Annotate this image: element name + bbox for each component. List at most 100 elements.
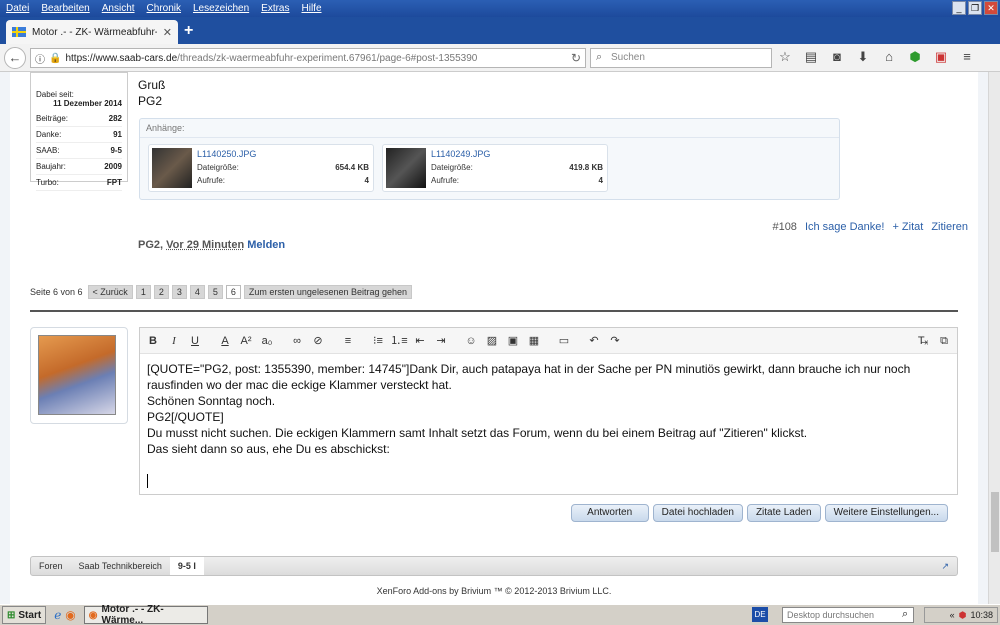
- pocket-icon[interactable]: ◙: [828, 48, 846, 66]
- menu-lesezeichen[interactable]: Lesezeichen: [187, 3, 255, 14]
- page-button[interactable]: 2: [153, 285, 169, 299]
- redo-icon[interactable]: ↷: [606, 332, 624, 350]
- smiley-icon[interactable]: ☺: [462, 332, 480, 350]
- avatar[interactable]: [38, 335, 116, 415]
- menu-ansicht[interactable]: Ansicht: [96, 3, 141, 14]
- bold-icon[interactable]: B: [144, 332, 162, 350]
- thanks-link[interactable]: Ich sage Danke!: [805, 221, 885, 233]
- addon-icon[interactable]: ▣: [932, 48, 950, 66]
- page-button[interactable]: 3: [171, 285, 187, 299]
- align-icon[interactable]: ≡: [339, 332, 357, 350]
- save-draft-icon[interactable]: ▭: [555, 332, 573, 350]
- joined-label: Dabei seit:: [36, 90, 74, 99]
- info-icon[interactable]: ⓘ: [35, 51, 45, 66]
- breadcrumb-item[interactable]: Saab Technikbereich: [71, 561, 170, 571]
- editor-text-area[interactable]: [QUOTE="PG2, post: 1355390, member: 1474…: [140, 354, 957, 494]
- link-icon[interactable]: ∞: [288, 332, 306, 350]
- reload-icon[interactable]: ↻: [571, 51, 581, 65]
- report-link[interactable]: Melden: [247, 239, 285, 251]
- breadcrumb-item[interactable]: Foren: [31, 561, 71, 571]
- post-number-link[interactable]: #108: [772, 221, 796, 233]
- bookmark-star-icon[interactable]: ☆: [776, 48, 794, 66]
- menu-chronik[interactable]: Chronik: [141, 3, 187, 14]
- first-unread-button[interactable]: Zum ersten ungelesenen Beitrag gehen: [243, 285, 413, 299]
- user-stat-row: Baujahr: 2009: [36, 159, 122, 175]
- attachment-views: 4: [598, 176, 603, 185]
- upload-file-button[interactable]: Datei hochladen: [652, 504, 743, 522]
- text-color-icon[interactable]: A: [216, 332, 234, 350]
- multi-quote-link[interactable]: + Zitat: [892, 221, 923, 233]
- language-indicator[interactable]: DE: [752, 607, 768, 622]
- new-tab-button[interactable]: +: [184, 22, 193, 40]
- url-path: /threads/zk-waermeabfuhr-experiment.6796…: [177, 52, 478, 64]
- indent-icon[interactable]: ⇥: [432, 332, 450, 350]
- scrollbar[interactable]: [988, 72, 1000, 604]
- attachment-name[interactable]: L1140249.JPG: [431, 149, 490, 159]
- download-icon[interactable]: ⬇: [854, 48, 872, 66]
- ie-icon[interactable]: ℯ: [54, 608, 61, 622]
- page-button[interactable]: 1: [135, 285, 151, 299]
- reply-button[interactable]: Antworten: [570, 504, 649, 522]
- undo-icon[interactable]: ↶: [585, 332, 603, 350]
- menu-extras[interactable]: Extras: [255, 3, 295, 14]
- menu-hilfe[interactable]: Hilfe: [296, 3, 328, 14]
- home-icon[interactable]: ⌂: [880, 48, 898, 66]
- taskbar: ⊞ Start ℯ ◉ ◉ Motor .- - ZK- Wärme... DE D…: [0, 604, 1000, 625]
- menu-bearbeiten[interactable]: Bearbeiten: [35, 3, 95, 14]
- unlink-icon[interactable]: ⊘: [309, 332, 327, 350]
- shield-icon[interactable]: ⬢: [906, 48, 924, 66]
- scrollbar-thumb[interactable]: [991, 492, 999, 552]
- quote-link[interactable]: Zitieren: [931, 221, 968, 233]
- back-button[interactable]: ←: [4, 47, 26, 69]
- insert-menu-icon[interactable]: ▦: [525, 332, 543, 350]
- browser-tab[interactable]: Motor .- - ZK- Wärmeabfuhr- ... ✕: [6, 20, 178, 44]
- bullet-list-icon[interactable]: ⁝≡: [369, 332, 387, 350]
- stat-value: 91: [113, 130, 122, 139]
- more-options-button[interactable]: Weitere Einstellungen...: [824, 504, 948, 522]
- post-date[interactable]: Vor 29 Minuten: [166, 239, 244, 251]
- attachment-thumbnail[interactable]: [386, 148, 426, 188]
- start-button[interactable]: ⊞ Start: [2, 606, 47, 624]
- url-bar[interactable]: ⓘ 🔒 https://www.saab-cars.de/threads/zk-…: [30, 48, 586, 68]
- font-family-icon[interactable]: a₀: [258, 332, 276, 350]
- attachment-name[interactable]: L1140250.JPG: [197, 149, 256, 159]
- taskbar-window-title: Motor .- - ZK- Wärme...: [101, 604, 164, 625]
- attachment-thumbnail[interactable]: [152, 148, 192, 188]
- toggle-bbcode-icon[interactable]: ⧉: [935, 332, 953, 350]
- stat-value: FPT: [106, 178, 122, 187]
- hamburger-menu-icon[interactable]: ≡: [958, 48, 976, 66]
- outdent-icon[interactable]: ⇤: [411, 332, 429, 350]
- prev-page-button[interactable]: < Zurück: [87, 285, 133, 299]
- breadcrumb-item[interactable]: 9-5 I: [169, 557, 204, 575]
- numbered-list-icon[interactable]: ⒈≡: [390, 332, 408, 350]
- media-icon[interactable]: ▣: [504, 332, 522, 350]
- desktop-search-input[interactable]: Desktop durchsuchen: [782, 607, 914, 623]
- search-icon[interactable]: ⌕: [902, 608, 908, 621]
- jump-arrow-icon[interactable]: ↗: [941, 561, 949, 572]
- firefox-icon[interactable]: ◉: [65, 608, 75, 622]
- font-size-icon[interactable]: A²: [237, 332, 255, 350]
- underline-icon[interactable]: U: [186, 332, 204, 350]
- current-page: 6: [225, 285, 241, 299]
- system-tray: « ⬢ 10:38: [924, 607, 998, 623]
- tray-expand-icon[interactable]: «: [950, 610, 955, 620]
- attachment-item[interactable]: L1140250.JPG Dateigröße: 654.4 KB Aufrufe…: [148, 144, 374, 192]
- remove-format-icon[interactable]: T̶ₓ: [914, 332, 932, 350]
- load-quotes-button[interactable]: Zitate Laden: [746, 504, 821, 522]
- attachments-label: Anhänge:: [140, 119, 839, 138]
- page-button[interactable]: 5: [207, 285, 223, 299]
- close-tab-icon[interactable]: ✕: [163, 26, 172, 39]
- image-icon[interactable]: ▨: [483, 332, 501, 350]
- page-button[interactable]: 4: [189, 285, 205, 299]
- security-icon[interactable]: ⬢: [959, 610, 967, 621]
- taskbar-window-button[interactable]: ◉ Motor .- - ZK- Wärme...: [83, 604, 208, 625]
- search-input[interactable]: ⌕ Suchen: [590, 48, 772, 68]
- attachment-item[interactable]: L1140249.JPG Dateigröße: 419.8 KB Aufrufe…: [382, 144, 608, 192]
- post-author[interactable]: PG2,: [138, 239, 163, 251]
- reading-list-icon[interactable]: ▤: [802, 48, 820, 66]
- menu-datei[interactable]: Datei: [0, 3, 35, 14]
- maximize-icon[interactable]: ❐: [968, 1, 982, 15]
- close-window-icon[interactable]: ✕: [984, 1, 998, 15]
- italic-icon[interactable]: I: [165, 332, 183, 350]
- minimize-icon[interactable]: _: [952, 1, 966, 15]
